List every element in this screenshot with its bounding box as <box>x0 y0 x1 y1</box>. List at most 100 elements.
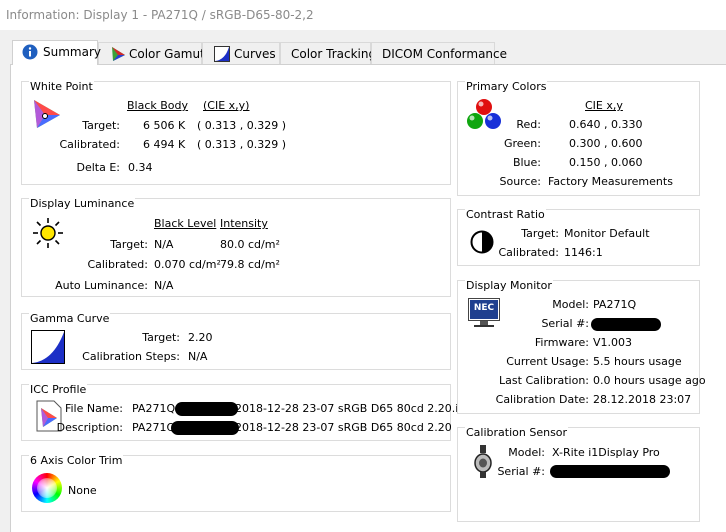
contrast-target-label: Target: <box>521 227 559 240</box>
rgb-primaries-icon <box>467 99 501 129</box>
gamma-curve-group: Gamma Curve Target: 2.20 Calibration Ste… <box>21 312 451 370</box>
tab-strip: Summary Color Gamut Curves Color Trackin… <box>0 30 726 65</box>
colorimeter-icon <box>474 445 492 478</box>
gamma-steps-value: N/A <box>188 350 208 363</box>
white-point-col-cie: (CIE x,y) <box>203 99 250 112</box>
white-point-calibrated-label: Calibrated: <box>59 138 120 151</box>
monitor-usage-value: 5.5 hours usage <box>593 355 682 368</box>
tab-summary-label: Summary <box>43 45 101 59</box>
primary-colors-title: Primary Colors <box>465 80 548 93</box>
tab-color-gamut[interactable]: Color Gamut <box>98 42 205 64</box>
calibration-sensor-title: Calibration Sensor <box>465 426 569 439</box>
contrast-target-value: Monitor Default <box>564 227 650 240</box>
color-wheel-icon <box>32 473 62 503</box>
gamma-steps-label: Calibration Steps: <box>82 350 180 363</box>
primary-blue-label: Blue: <box>512 156 541 169</box>
white-point-calibrated-value: 6 494 K <box>143 138 186 151</box>
contrast-ratio-group: Contrast Ratio Target: Monitor Default C… <box>457 208 700 266</box>
luminance-calibrated-intensity: 79.8 cd/m² <box>220 258 280 271</box>
axis-color-trim-group: 6 Axis Color Trim None <box>21 454 451 512</box>
icc-profile-title: ICC Profile <box>29 383 88 396</box>
white-point-target-value: 6 506 K <box>143 119 186 132</box>
tab-color-gamut-label: Color Gamut <box>129 47 205 61</box>
monitor-serial-label: Serial #: <box>541 317 589 330</box>
axis-color-trim-value: None <box>68 484 97 497</box>
monitor-caldate-value: 28.12.2018 23:07 <box>593 393 692 406</box>
white-point-delta-value: 0.34 <box>128 161 153 174</box>
display-monitor-group: Display Monitor NEC Model: PA271Q Serial… <box>457 279 706 414</box>
luminance-calibrated-black: 0.070 cd/m² <box>154 258 221 271</box>
display-luminance-group: Display Luminance Black Level Intensity … <box>21 197 451 297</box>
primary-col-cie: CIE x,y <box>585 99 623 112</box>
sun-icon <box>33 218 63 248</box>
white-point-group: White Point Black Body (CIE x,y) Target:… <box>21 80 451 185</box>
tab-color-tracking-label: Color Tracking <box>291 47 377 61</box>
tab-curves-label: Curves <box>234 47 276 61</box>
gamma-target-label: Target: <box>142 331 180 344</box>
icc-profile-group: ICC Profile File Name: PA271Q 2018-12-28… <box>21 383 470 441</box>
redaction-bar <box>171 421 239 435</box>
title-bar: Information: Display 1 - PA271Q / sRGB-D… <box>0 0 726 30</box>
sensor-serial-label: Serial #: <box>497 465 545 478</box>
contrast-icon <box>470 230 494 254</box>
display-luminance-title: Display Luminance <box>29 197 136 210</box>
nec-logo: NEC <box>473 303 495 313</box>
tab-curves[interactable]: Curves <box>202 42 280 64</box>
primary-red-label: Red: <box>516 118 541 131</box>
white-point-target-xy: ( 0.313 , 0.329 ) <box>197 119 287 132</box>
redaction-bar <box>175 402 238 416</box>
redaction-bar <box>550 465 670 478</box>
luminance-target-intensity: 80.0 cd/m² <box>220 238 280 251</box>
sensor-model-label: Model: <box>508 446 545 459</box>
monitor-lastcal-label: Last Calibration: <box>499 374 589 387</box>
primary-green-value: 0.300 , 0.600 <box>569 137 643 150</box>
luminance-auto-value: N/A <box>154 279 174 292</box>
primary-source-value: Factory Measurements <box>548 175 673 188</box>
monitor-firmware-label: Firmware: <box>534 336 589 349</box>
icc-file-suffix: 2018-12-28 23-07 sRGB D65 80cd 2.20.icc <box>235 402 471 415</box>
gamma-curve-title: Gamma Curve <box>29 312 111 325</box>
luminance-calibrated-label: Calibrated: <box>87 258 148 271</box>
icc-file-label: File Name: <box>64 402 123 415</box>
monitor-model-label: Model: <box>552 298 589 311</box>
white-point-title: White Point <box>29 80 94 93</box>
tab-summary[interactable]: Summary <box>12 40 101 65</box>
color-gamut-icon <box>112 47 125 61</box>
tab-color-tracking[interactable]: Color Tracking <box>280 42 376 64</box>
primary-colors-group: Primary Colors CIE x,y Red: 0.640 , 0.33… <box>457 80 700 196</box>
luminance-auto-label: Auto Luminance: <box>55 279 148 292</box>
primary-blue-value: 0.150 , 0.060 <box>569 156 643 169</box>
window-title: Information: Display 1 - PA271Q / sRGB-D… <box>6 8 314 22</box>
icc-file-prefix: PA271Q <box>132 402 176 415</box>
monitor-lastcal-value: 0.0 hours usage ago <box>593 374 706 387</box>
white-point-delta-label: Delta E: <box>76 161 120 174</box>
monitor-icon: NEC <box>468 298 502 328</box>
white-point-calibrated-xy: ( 0.313 , 0.329 ) <box>197 138 287 151</box>
contrast-calibrated-value: 1146:1 <box>564 246 603 259</box>
luminance-target-black: N/A <box>154 238 174 251</box>
tab-dicom-label: DICOM Conformance <box>382 47 508 61</box>
monitor-firmware-value: V1.003 <box>593 336 633 349</box>
icc-desc-label: Description: <box>56 421 123 434</box>
primary-green-label: Green: <box>503 137 541 150</box>
luminance-col-black-level: Black Level <box>154 217 217 230</box>
icc-desc-suffix: 2018-12-28 23-07 sRGB D65 80cd 2.20 <box>235 421 452 434</box>
luminance-col-intensity: Intensity <box>220 217 268 230</box>
luminance-target-label: Target: <box>110 238 148 251</box>
gamma-curve-icon <box>31 330 65 364</box>
redaction-bar <box>591 318 661 331</box>
monitor-model-value: PA271Q <box>593 298 637 311</box>
white-point-target-label: Target: <box>82 119 120 132</box>
primary-source-label: Source: <box>499 175 542 188</box>
calibration-sensor-group: Calibration Sensor Model: X-Rite i1Displ… <box>457 426 700 522</box>
info-icon <box>22 44 38 60</box>
sensor-model-value: X-Rite i1Display Pro <box>552 446 660 459</box>
display-monitor-title: Display Monitor <box>465 279 553 292</box>
tab-dicom-conformance[interactable]: DICOM Conformance <box>371 42 507 64</box>
axis-color-trim-title: 6 Axis Color Trim <box>29 454 124 467</box>
monitor-usage-label: Current Usage: <box>506 355 589 368</box>
primary-red-value: 0.640 , 0.330 <box>569 118 643 131</box>
white-point-gamut-icon <box>34 100 60 128</box>
tab-divider <box>10 64 726 65</box>
contrast-calibrated-label: Calibrated: <box>498 246 559 259</box>
